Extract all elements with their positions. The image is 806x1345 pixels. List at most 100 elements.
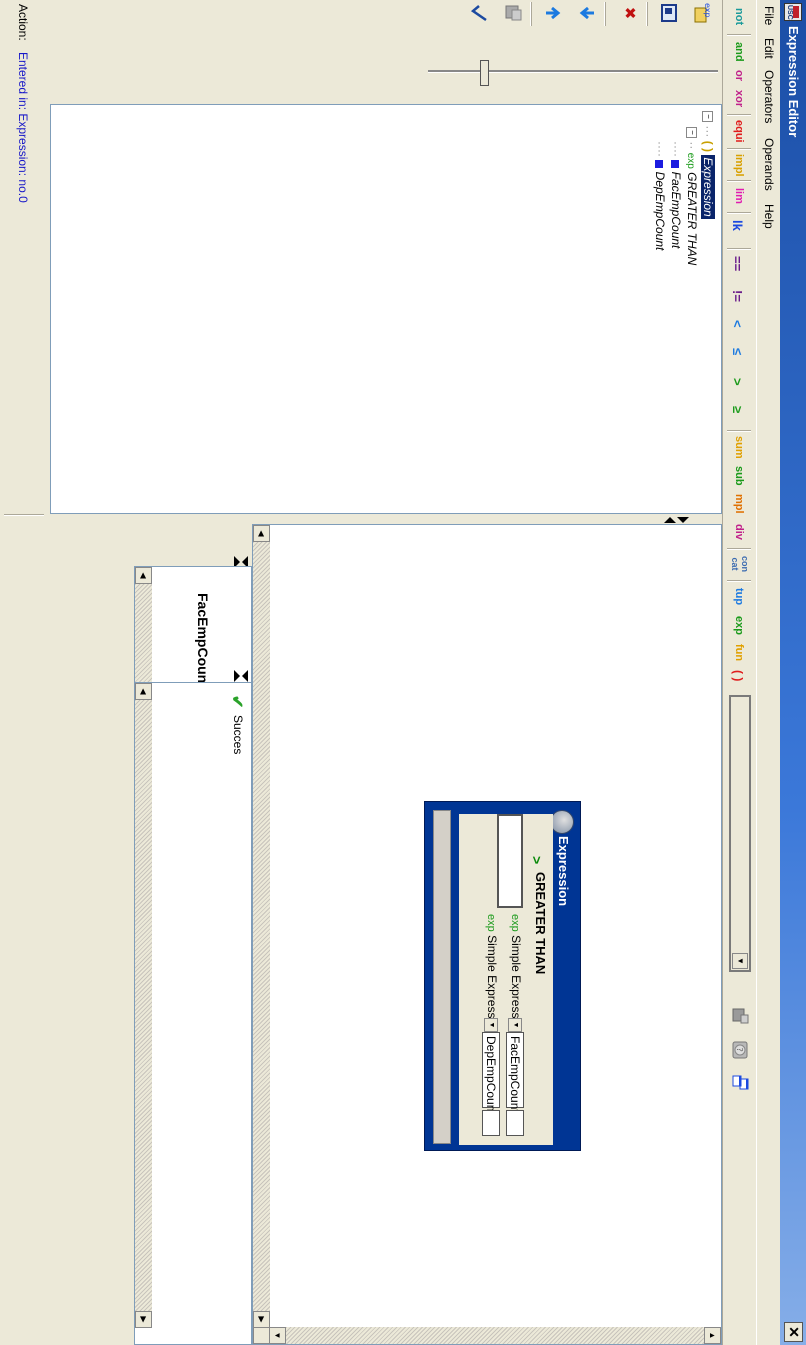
operand-extra-1[interactable] — [506, 1110, 524, 1136]
tree-child[interactable]: ···· FacEmpCount — [669, 141, 683, 248]
canvas-hscrollbar[interactable]: ◀ ▶ — [253, 525, 270, 1328]
toolbar-separator — [727, 212, 751, 214]
app-logo-icon: USC — [784, 3, 802, 21]
menu-operators[interactable]: Operators — [762, 70, 776, 123]
chevron-down-icon[interactable]: ▼ — [508, 1018, 522, 1032]
tree-operator[interactable]: − ·· exp GREATER THAN — [685, 127, 699, 265]
toolbar-separator — [727, 548, 751, 550]
equi-button[interactable]: equi — [733, 120, 745, 143]
app-window: USC Expression Editor ✕ File Edit Operat… — [0, 0, 806, 1345]
status-separator — [4, 514, 44, 516]
status-label: Action: — [16, 4, 30, 41]
collapse-icon[interactable]: − — [701, 111, 713, 122]
scroll-up-button[interactable]: ▲ — [704, 1327, 721, 1344]
scroll-left-button[interactable]: ◀ — [135, 567, 152, 584]
toolbar-separator — [727, 114, 751, 116]
operand-value-1[interactable]: FacEmpCount — [506, 1032, 524, 1113]
check-icon: ✔ — [228, 695, 245, 709]
operand-icon — [671, 160, 680, 169]
slider-thumb[interactable] — [480, 60, 489, 86]
zoom-slider[interactable] — [422, 8, 722, 104]
operand-extra-2[interactable] — [482, 1110, 500, 1136]
div-button[interactable]: div — [733, 524, 745, 540]
toolbar-separator — [727, 180, 751, 182]
mpl-button[interactable]: mpl — [733, 494, 745, 514]
chevron-down-icon[interactable]: ▼ — [732, 953, 748, 969]
splitter-arrow-icon[interactable] — [242, 670, 248, 682]
splitter-arrow-icon[interactable] — [664, 517, 676, 523]
menu-operands[interactable]: Operands — [762, 138, 776, 191]
scroll-left-button[interactable]: ◀ — [253, 525, 270, 542]
expression-window-scrollbar[interactable] — [433, 810, 451, 1144]
menu-edit[interactable]: Edit — [762, 38, 776, 59]
canvas-vscrollbar[interactable]: ▲ ▼ — [269, 1327, 721, 1344]
title-bar[interactable]: USC Expression Editor ✕ — [780, 0, 806, 1345]
close-button[interactable]: ✕ — [784, 1322, 803, 1342]
status-bar: Action: Entered in: Expression: no.0 — [0, 0, 46, 1345]
toolbar-separator — [727, 430, 751, 432]
operand-icon — [655, 160, 664, 169]
scroll-down-button[interactable]: ▼ — [269, 1327, 286, 1344]
splitter-arrow-icon[interactable] — [677, 517, 689, 523]
impl-button[interactable]: impl — [733, 154, 745, 177]
not-equals-button[interactable]: != — [730, 290, 745, 302]
tup-button[interactable]: tup — [733, 588, 745, 605]
window-icon[interactable] — [730, 1074, 750, 1094]
exp-button[interactable]: exp — [733, 616, 745, 635]
expression-window-title: Expression — [556, 836, 571, 907]
sub-button[interactable]: sub — [733, 466, 745, 486]
operator-select[interactable] — [497, 814, 523, 908]
xor-button[interactable]: xor — [733, 90, 745, 107]
lim-button[interactable]: lim — [733, 188, 745, 204]
collapse-icon[interactable]: − — [685, 127, 697, 138]
expression-tree[interactable]: − ··· ( ) Expression − ·· exp GREATER TH… — [50, 104, 722, 514]
status-message: Entered in: Expression: no.0 — [16, 52, 30, 203]
not-button[interactable]: not — [733, 8, 745, 25]
menu-file[interactable]: File — [762, 6, 776, 25]
operator-toolbar: not and or xor equi impl lim lk == != < … — [722, 0, 757, 1345]
paren-button[interactable]: ( ) — [731, 670, 745, 681]
validation-hscrollbar[interactable]: ◀ ▶ — [135, 683, 152, 1328]
scroll-left-button[interactable]: ◀ — [135, 683, 152, 700]
operand-row-2: exp Simple Expression — [485, 914, 499, 1035]
side-toolbar: exp ✖ — [0, 0, 722, 104]
tree-child[interactable]: ···· DepEmpCount — [653, 141, 667, 250]
and-button[interactable]: and — [733, 42, 745, 62]
toolbar-separator — [727, 580, 751, 582]
toolbar-separator — [727, 148, 751, 150]
less-than-button[interactable]: < — [730, 320, 745, 328]
add-operand-icon[interactable] — [730, 1006, 750, 1026]
slider-track — [428, 70, 718, 73]
concat-button[interactable]: con cat — [730, 554, 750, 574]
operand-value-2[interactable]: DepEmpCount — [482, 1032, 500, 1115]
operator-name: GREATER THAN — [533, 872, 548, 975]
menu-bar: File Edit Operators Operands Help — [758, 0, 780, 1345]
sum-button[interactable]: sum — [733, 436, 745, 459]
splitter-arrow-icon[interactable] — [234, 670, 240, 682]
expression-combo[interactable]: ▼ — [729, 695, 751, 972]
question-icon[interactable]: ? — [730, 1040, 750, 1060]
greater-equal-button[interactable]: ≥ — [730, 406, 745, 413]
lk-button[interactable]: lk — [730, 220, 745, 231]
equals-button[interactable]: == — [730, 256, 745, 271]
validation-panel: ✔ Succes ◀ ▶ — [134, 682, 252, 1345]
tree-root[interactable]: − ··· ( ) Expression — [701, 111, 715, 219]
chevron-down-icon[interactable]: ▼ — [484, 1018, 498, 1032]
scroll-right-button[interactable]: ▶ — [135, 1311, 152, 1328]
expression-canvas[interactable]: ◀ ▶ ▲ ▼ Expression > GREATER THAN exp Si… — [252, 524, 722, 1345]
scroll-corner — [253, 1327, 270, 1344]
expression-window-body: > GREATER THAN exp Simple Expression exp… — [459, 814, 553, 1145]
toolbar-separator — [727, 248, 751, 250]
window-title: Expression Editor — [786, 26, 801, 138]
menu-help[interactable]: Help — [762, 204, 776, 229]
expression-window[interactable]: Expression > GREATER THAN exp Simple Exp… — [424, 801, 581, 1151]
less-equal-button[interactable]: ≤ — [730, 348, 745, 355]
operator-symbol: > — [529, 856, 545, 865]
brackets-icon: ( ) — [701, 140, 715, 153]
or-button[interactable]: or — [733, 70, 745, 81]
expression-icon — [550, 810, 574, 834]
scroll-right-button[interactable]: ▶ — [253, 1311, 270, 1328]
validation-message: Succes — [231, 715, 245, 755]
greater-than-button[interactable]: > — [730, 378, 745, 386]
fun-button[interactable]: fun — [733, 644, 745, 661]
